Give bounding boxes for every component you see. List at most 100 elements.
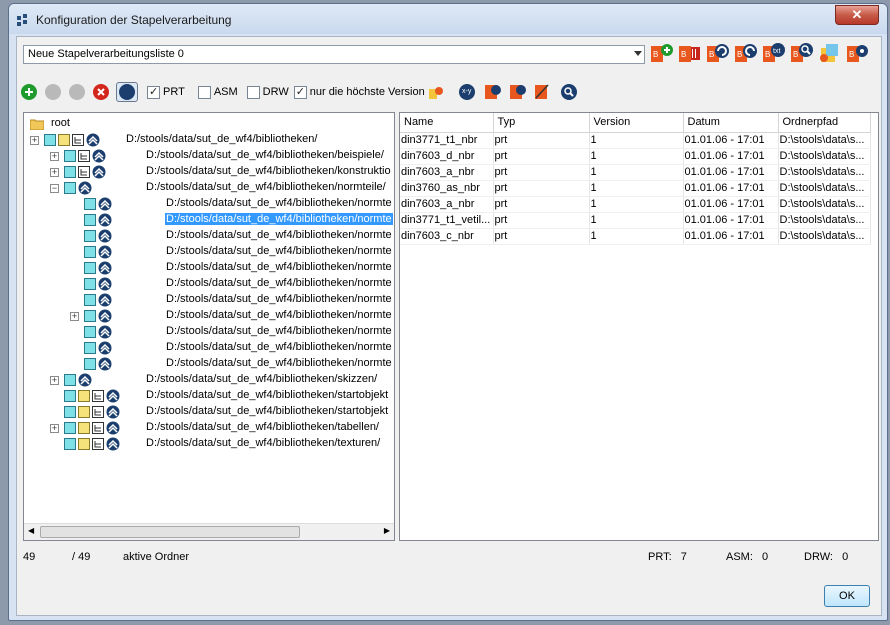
delete-list-icon[interactable]: B (678, 42, 702, 66)
asm-checkbox[interactable] (197, 85, 211, 99)
batch-list-select[interactable]: Neue Stapelverarbeitungsliste 0 (23, 45, 645, 64)
column-header[interactable]: Typ (493, 113, 590, 133)
ok-button[interactable]: OK (824, 585, 870, 607)
tree-node[interactable]: D:/stools/data/sut_de_wf4/bibliotheken/n… (24, 340, 394, 356)
tree-node-label: D:/stools/data/sut_de_wf4/bibliotheken/ (126, 133, 318, 145)
table-cell: prt (493, 196, 590, 213)
search-list-icon[interactable]: B (790, 42, 814, 66)
tree-node[interactable]: + D:/stools/data/sut_de_wf4/bibliotheken/… (24, 372, 394, 388)
expand-icon[interactable]: + (50, 376, 59, 385)
table-cell: 1 (589, 164, 684, 181)
tree-root[interactable]: root (24, 116, 394, 132)
chevron-down-icon[interactable] (634, 51, 642, 56)
table-row[interactable]: din7603_c_nbr prt 1 01.01.06 - 17:01 D:\stoo… (400, 228, 871, 245)
expand-icon[interactable]: + (70, 312, 79, 321)
scroll-left-icon[interactable]: ◀ (28, 526, 34, 535)
settings-gear-icon[interactable]: B (846, 42, 870, 66)
run-batch-icon[interactable] (818, 42, 842, 66)
tree-node[interactable]: + D:/stools/data/sut_de_wf4/bibliotheken/… (24, 148, 394, 164)
expand-icon[interactable]: + (50, 168, 59, 177)
expand-icon[interactable]: + (30, 136, 39, 145)
column-header[interactable]: Name (400, 113, 494, 133)
tree-node[interactable]: D:/stools/data/sut_de_wf4/bibliotheken/n… (24, 356, 394, 372)
search-icon[interactable] (560, 84, 577, 100)
latest-version-checkbox[interactable] (293, 85, 307, 99)
scrollbar-thumb[interactable] (40, 526, 300, 538)
tree-node[interactable]: D:/stools/data/sut_de_wf4/bibliotheken/n… (24, 292, 394, 308)
table-row[interactable]: din7603_d_nbr prt 1 01.01.06 - 17:01 D:\stoo… (400, 148, 871, 165)
table-row[interactable]: din3771_t1_vetil... prt 1 01.01.06 - 17:01 D… (400, 212, 871, 229)
folder-tree[interactable]: root + D:/stools/data/sut_de_wf4/bibliothe… (23, 112, 395, 541)
refresh-button[interactable] (116, 82, 138, 102)
tree-node[interactable]: D:/stools/data/sut_de_wf4/bibliotheken/n… (24, 228, 394, 244)
filter-search-2-icon[interactable] (509, 83, 527, 101)
navigate-up-icon (106, 421, 120, 435)
tree-node[interactable]: D:/stools/data/sut_de_wf4/bibliotheken/s… (24, 404, 394, 420)
navigate-up-icon (106, 405, 120, 419)
tree-node-label: D:/stools/data/sut_de_wf4/bibliotheken/t… (146, 437, 381, 449)
filter-clear-icon[interactable] (534, 83, 552, 101)
column-header[interactable]: Version (589, 113, 684, 133)
folder-yellow-icon (78, 438, 90, 450)
table-header-row: Name Typ Version Datum Ordnerpfad (400, 113, 871, 133)
file-table[interactable]: Name Typ Version Datum Ordnerpfad din3771_t1… (399, 112, 879, 541)
tree-node[interactable]: D:/stools/data/sut_de_wf4/bibliotheken/n… (24, 260, 394, 276)
tree-node[interactable]: − D:/stools/data/sut_de_wf4/bibliotheken/… (24, 180, 394, 196)
new-list-icon[interactable]: B (650, 42, 674, 66)
collapse-icon[interactable]: − (50, 184, 59, 193)
table-row[interactable]: din3760_as_nbr prt 1 01.01.06 - 17:01 D:\sto… (400, 180, 871, 197)
tree-node-label: D:/stools/data/sut_de_wf4/bibliotheken/k… (146, 165, 391, 177)
horizontal-scrollbar[interactable]: ◀ ▶ (24, 523, 394, 540)
filter-search-icon[interactable] (484, 83, 502, 101)
table-row[interactable]: din3771_t1_nbr prt 1 01.01.06 - 17:01 D:\sto… (400, 132, 871, 149)
navigate-up-icon (98, 197, 112, 211)
tree-node[interactable]: D:/stools/data/sut_de_wf4/bibliotheken/n… (24, 324, 394, 340)
table-cell: 01.01.06 - 17:01 (683, 180, 779, 197)
add-subfolder-disabled-icon[interactable] (45, 84, 61, 100)
column-header[interactable]: Datum (683, 113, 779, 133)
hierarchy-icon (72, 134, 84, 146)
tree-node[interactable]: + D:/stools/data/sut_de_wf4/bibliotheken/… (24, 164, 394, 180)
tree-node[interactable]: D:/stools/data/sut_de_wf4/bibliotheken/s… (24, 388, 394, 404)
add-folder-icon[interactable] (21, 84, 37, 100)
tree-node[interactable]: + D:/stools/data/sut_de_wf4/bibliotheken/… (24, 420, 394, 436)
table-row[interactable]: din7603_a_nbr prt 1 01.01.06 - 17:01 D:\stoo… (400, 196, 871, 213)
prt-label: PRT (163, 86, 185, 98)
tree-node[interactable]: D:/stools/data/sut_de_wf4/bibliotheken/n… (24, 196, 394, 212)
folder-state-icon (84, 358, 96, 370)
tree-node-label: D:/stools/data/sut_de_wf4/bibliotheken/s… (146, 405, 389, 417)
table-row[interactable]: din7603_a_nbr prt 1 01.01.06 - 17:01 D:\stoo… (400, 164, 871, 181)
hierarchy-icon (92, 438, 104, 450)
tree-node[interactable]: + D:/stools/data/sut_de_wf4/bibliotheken/… (24, 308, 394, 324)
folder-state-icon (84, 342, 96, 354)
column-header[interactable]: Ordnerpfad (778, 113, 871, 133)
tree-node[interactable]: + D:/stools/data/sut_de_wf4/bibliotheken/ (24, 132, 394, 148)
remove-folder-icon[interactable] (93, 84, 109, 100)
tree-node[interactable]: D:/stools/data/sut_de_wf4/bibliotheken/n… (24, 276, 394, 292)
add-child-disabled-icon[interactable] (69, 84, 85, 100)
prt-checkbox[interactable] (147, 85, 160, 99)
expand-icon[interactable]: + (50, 424, 59, 433)
expand-icon[interactable]: + (50, 152, 59, 161)
hierarchy-icon (92, 390, 104, 402)
folder-state-icon (84, 246, 96, 258)
export-txt-icon[interactable]: Btxt (762, 42, 786, 66)
redo-list-icon[interactable]: B (734, 42, 758, 66)
xy-icon[interactable]: x-y (458, 84, 475, 100)
table-cell: din3771_t1_nbr (400, 132, 494, 149)
svg-text:B: B (765, 50, 770, 59)
close-button[interactable]: ✕ (835, 5, 879, 25)
total-count: / 49 (72, 551, 91, 563)
tree-node[interactable]: D:/stools/data/sut_de_wf4/bibliotheken/t… (24, 436, 394, 452)
version-icon[interactable] (428, 84, 444, 100)
tree-node-label: D:/stools/data/sut_de_wf4/bibliotheken/s… (146, 373, 378, 385)
undo-list-icon[interactable]: B (706, 42, 730, 66)
table-cell: 01.01.06 - 17:01 (683, 212, 779, 229)
tree-node-label: D:/stools/data/sut_de_wf4/bibliotheken/t… (146, 421, 379, 433)
title-bar[interactable]: Konfiguration der Stapelverarbeitung ✕ (9, 4, 887, 34)
tree-node[interactable]: D:/stools/data/sut_de_wf4/bibliotheken/n… (24, 212, 394, 228)
drw-checkbox[interactable] (246, 85, 260, 99)
tree-node[interactable]: D:/stools/data/sut_de_wf4/bibliotheken/n… (24, 244, 394, 260)
folder-state-icon (84, 262, 96, 274)
scroll-right-icon[interactable]: ▶ (384, 526, 390, 535)
